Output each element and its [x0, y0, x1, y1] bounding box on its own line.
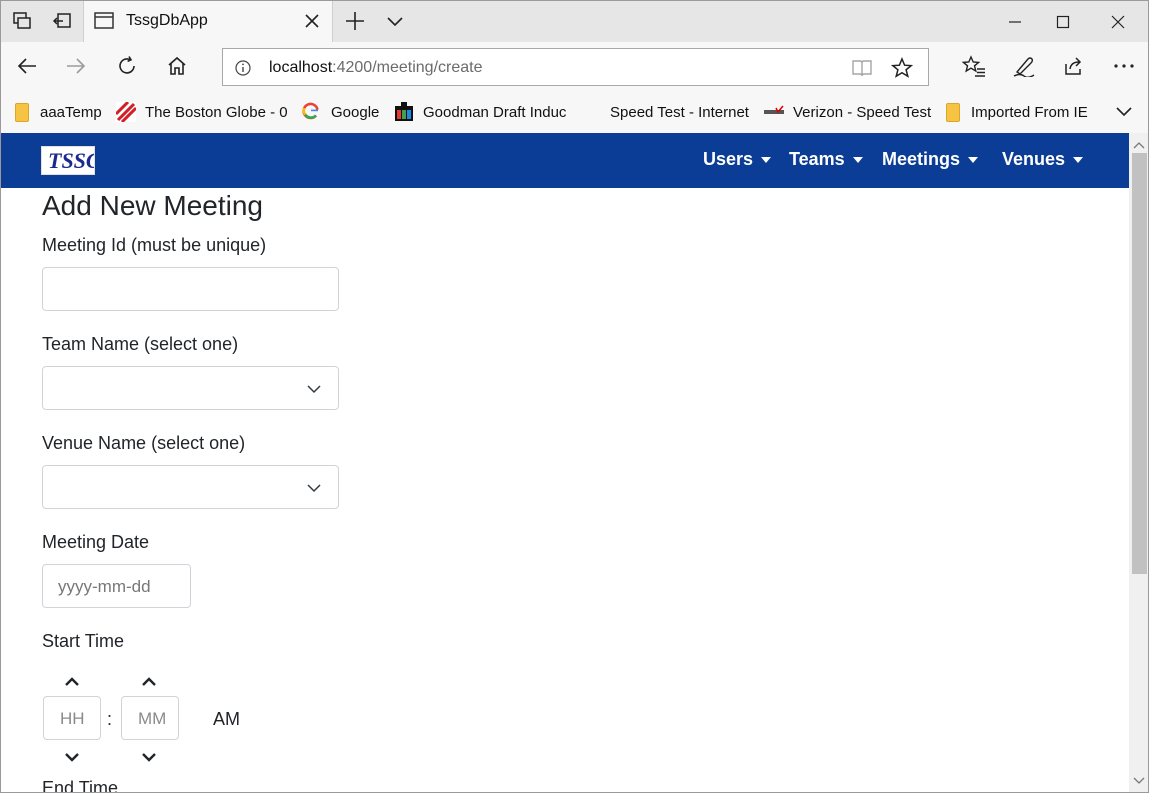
start-time-label: Start Time	[42, 631, 125, 651]
vertical-scrollbar[interactable]	[1129, 133, 1148, 792]
favorite-label: Imported From IE	[971, 103, 1088, 121]
chevron-down-icon	[306, 480, 322, 501]
home-icon[interactable]	[165, 54, 189, 78]
scroll-down-arrow-icon[interactable]	[1133, 773, 1145, 791]
minimize-button[interactable]	[992, 1, 1038, 42]
add-favorite-star-icon[interactable]	[890, 57, 914, 84]
url-host: localhost	[269, 59, 333, 76]
chevron-down-icon	[306, 381, 322, 402]
goodman-icon	[394, 102, 413, 122]
team-name-label: Team Name (select one)	[42, 334, 239, 354]
new-tab-icon[interactable]	[343, 9, 367, 38]
favorite-boston-globe[interactable]: The Boston Globe - 0	[114, 91, 288, 133]
start-minute-input[interactable]: MM	[121, 696, 179, 740]
site-info-icon[interactable]	[234, 59, 252, 82]
reading-view-icon[interactable]	[851, 58, 873, 83]
favorite-aaatemp[interactable]: aaaTemp	[15, 91, 102, 133]
brand-logo-text: TSSG	[48, 148, 94, 173]
caret-down-icon	[1073, 156, 1084, 163]
url-text: localhost:4200/meeting/create	[269, 59, 482, 77]
google-icon	[302, 102, 320, 122]
caret-down-icon	[968, 156, 979, 163]
meridian-toggle[interactable]: AM	[213, 709, 240, 730]
meeting-id-label: Meeting Id (must be unique)	[42, 235, 267, 255]
nav-meetings-dropdown[interactable]: Meetings	[882, 149, 979, 170]
time-separator: :	[107, 709, 113, 729]
favorite-label: The Boston Globe - 0	[145, 103, 288, 121]
meeting-id-input[interactable]	[42, 267, 339, 311]
tab-bar: TssgDbApp	[1, 1, 1148, 42]
folder-icon	[946, 102, 960, 122]
favorite-google[interactable]: Google	[302, 91, 379, 133]
refresh-icon[interactable]	[115, 54, 139, 78]
minute-placeholder: MM	[138, 709, 167, 728]
favorites-overflow-chevron-icon[interactable]	[1113, 100, 1135, 127]
favorites-bar: aaaTemp The Boston Globe - 0 Google Good…	[1, 91, 1148, 133]
favorite-speed-test[interactable]: Speed Test - Internet	[610, 91, 749, 133]
caret-down-icon	[852, 156, 863, 163]
tab-active[interactable]: TssgDbApp	[83, 1, 333, 42]
nav-teams-dropdown[interactable]: Teams	[789, 149, 863, 170]
close-window-button[interactable]	[1095, 1, 1141, 42]
team-name-select[interactable]	[42, 366, 339, 410]
favorite-label: Verizon - Speed Test	[793, 103, 932, 121]
nav-venues-dropdown[interactable]: Venues	[1002, 149, 1084, 170]
nav-meetings-label: Meetings	[882, 149, 961, 169]
hour-decrement-chevron-down-icon[interactable]	[62, 750, 82, 766]
address-bar[interactable]: localhost:4200/meeting/create	[222, 48, 929, 86]
nav-venues-label: Venues	[1002, 149, 1066, 169]
page-title: Add New Meeting	[42, 190, 264, 221]
favorite-verizon[interactable]: Verizon - Speed Test	[764, 91, 931, 133]
hour-placeholder: HH	[60, 709, 85, 728]
share-icon[interactable]	[1062, 54, 1086, 78]
page-icon	[94, 11, 114, 36]
browser-window: TssgDbApp localhost:4200/meeting/create …	[0, 0, 1149, 793]
minute-decrement-chevron-down-icon[interactable]	[139, 750, 159, 766]
meeting-date-input[interactable]: yyyy-mm-dd	[42, 564, 191, 608]
meeting-date-placeholder: yyyy-mm-dd	[58, 577, 151, 596]
tab-actions-icon[interactable]	[10, 9, 34, 33]
caret-down-icon	[761, 156, 772, 163]
start-hour-input[interactable]: HH	[43, 696, 101, 740]
venue-name-label: Venue Name (select one)	[42, 433, 246, 453]
favorites-hub-icon[interactable]	[962, 54, 986, 78]
nav-users-dropdown[interactable]: Users	[703, 149, 772, 170]
hour-increment-chevron-up-icon[interactable]	[62, 673, 82, 689]
verizon-icon	[764, 102, 784, 122]
more-options-icon[interactable]	[1112, 54, 1136, 78]
forward-icon[interactable]	[64, 54, 88, 78]
favorite-goodman[interactable]: Goodman Draft Induc	[394, 91, 566, 133]
favorite-label: Speed Test - Internet	[610, 103, 749, 121]
maximize-button[interactable]	[1040, 1, 1086, 42]
tab-list-chevron-icon[interactable]	[383, 9, 407, 38]
favorite-label: Google	[331, 103, 380, 121]
minute-increment-chevron-up-icon[interactable]	[139, 673, 159, 689]
app-navbar: TSSG Users Teams Meetings Venues	[1, 133, 1129, 188]
nav-users-label: Users	[703, 149, 754, 169]
brand-logo[interactable]: TSSG	[41, 146, 95, 175]
page-viewport: TSSG Users Teams Meetings Venues Add New…	[1, 133, 1129, 793]
meeting-date-label: Meeting Date	[42, 532, 150, 552]
boston-globe-icon	[114, 100, 138, 124]
folder-icon	[15, 102, 29, 122]
notes-pen-icon[interactable]	[1012, 54, 1036, 78]
close-tab-icon[interactable]	[302, 11, 322, 36]
back-icon[interactable]	[15, 54, 39, 78]
favorite-label: Goodman Draft Induc	[423, 103, 567, 121]
navigation-bar: localhost:4200/meeting/create	[1, 42, 1148, 91]
url-path: :4200/meeting/create	[332, 59, 483, 76]
venue-name-select[interactable]	[42, 465, 339, 509]
tab-title: TssgDbApp	[126, 12, 208, 29]
end-time-label: End Time	[42, 778, 119, 793]
favorite-imported-from-ie[interactable]: Imported From IE	[946, 91, 1088, 133]
nav-teams-label: Teams	[789, 149, 845, 169]
scrollbar-thumb[interactable]	[1132, 153, 1147, 574]
favorite-label: aaaTemp	[40, 103, 102, 121]
set-tabs-aside-icon[interactable]	[50, 9, 74, 33]
